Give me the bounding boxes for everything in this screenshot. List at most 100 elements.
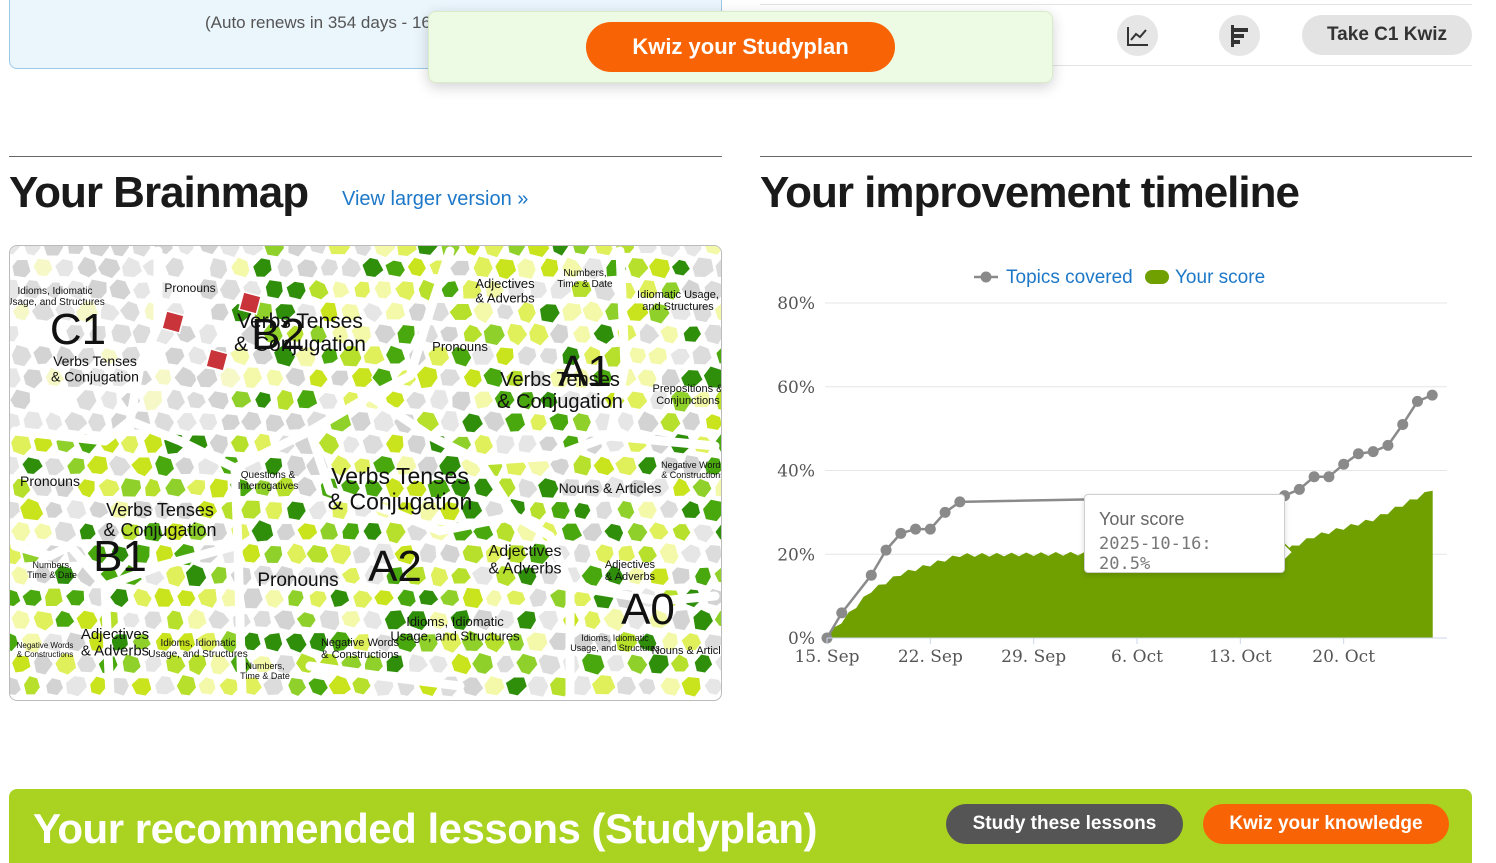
brainmap-cell[interactable] [693, 566, 713, 587]
brainmap-cell[interactable] [295, 521, 319, 541]
view-larger-link[interactable]: View larger version » [342, 188, 528, 211]
brainmap-cell[interactable] [658, 324, 680, 345]
brainmap-cell[interactable] [285, 541, 309, 566]
brainmap-cell[interactable] [647, 256, 672, 280]
brainmap-cell[interactable] [10, 500, 22, 520]
brainmap-cell[interactable] [625, 390, 649, 411]
brainmap-cell[interactable] [461, 543, 485, 565]
brainmap-cell[interactable] [613, 455, 639, 477]
brainmap-cell[interactable] [44, 676, 65, 697]
brainmap-cell[interactable] [10, 675, 23, 697]
brainmap-cell[interactable] [263, 588, 286, 610]
brainmap-cell[interactable] [625, 653, 649, 676]
brainmap-cell[interactable] [194, 367, 219, 389]
brainmap-cell[interactable] [141, 389, 164, 412]
brainmap-cell[interactable] [714, 258, 722, 279]
kwiz-studyplan-button[interactable]: Kwiz your Studyplan [586, 22, 895, 72]
brainmap-cell[interactable] [229, 433, 251, 454]
brainmap-cell[interactable] [470, 651, 495, 676]
brainmap-cell[interactable] [284, 411, 307, 432]
take-kwiz-button[interactable]: Take C1 Kwiz [1302, 15, 1472, 55]
brainmap[interactable]: C1 B2 A1 B1 A2 A0 Idioms, Idiomatic Usage, and … [9, 245, 722, 701]
brainmap-cell[interactable] [87, 246, 111, 258]
brainmap-cell[interactable] [713, 654, 722, 674]
brainmap-cell[interactable] [638, 321, 661, 346]
brainmap-cell[interactable] [450, 390, 472, 413]
brainmap-cell[interactable] [703, 677, 722, 697]
brainmap-cell[interactable] [22, 674, 42, 696]
brainmap-cell[interactable] [65, 456, 87, 476]
brainmap-cell[interactable] [417, 588, 440, 607]
brainmap-cell[interactable] [636, 500, 659, 521]
brainmap-cell[interactable] [265, 367, 285, 388]
brainmap-cell[interactable] [32, 609, 55, 633]
brainmap-cell[interactable] [472, 433, 495, 456]
brainmap-cell[interactable] [30, 389, 56, 411]
brainmap-cell[interactable] [262, 631, 284, 653]
brainmap-cell[interactable] [251, 256, 273, 279]
brainmap-cell[interactable] [44, 500, 65, 520]
brainmap-cell[interactable] [539, 256, 560, 279]
brainmap-cell[interactable] [526, 246, 551, 259]
brainmap-cell[interactable] [20, 455, 45, 476]
brainmap-cell[interactable] [605, 653, 626, 673]
brainmap-cell[interactable] [714, 477, 722, 498]
brainmap-cell[interactable] [691, 343, 714, 366]
brainmap-cell[interactable] [217, 676, 241, 697]
brainmap-cell[interactable] [32, 521, 54, 541]
brainmap-cell[interactable] [220, 412, 242, 432]
brainmap-cell[interactable] [460, 411, 485, 434]
brainmap-cell[interactable] [163, 346, 186, 367]
brainmap-cell[interactable] [186, 344, 209, 367]
brainmap-cell[interactable] [18, 496, 45, 522]
brainmap-cell[interactable] [340, 566, 362, 586]
brainmap-cell[interactable] [264, 278, 285, 300]
brainmap-cell[interactable] [108, 587, 130, 609]
kwiz-knowledge-button[interactable]: Kwiz your knowledge [1203, 804, 1449, 844]
brainmap-cell[interactable] [317, 391, 339, 411]
brainmap-cell[interactable] [165, 388, 187, 412]
brainmap-cell[interactable] [10, 246, 22, 256]
legend-topics-covered[interactable]: Topics covered [974, 267, 1133, 288]
brainmap-cell[interactable] [713, 521, 722, 541]
brainmap-cell[interactable] [505, 588, 527, 607]
brainmap-cell[interactable] [384, 344, 407, 365]
brainmap-cell[interactable] [361, 609, 384, 631]
topics-covered-point[interactable] [865, 569, 877, 581]
topics-covered-point[interactable] [939, 506, 951, 518]
brainmap-cell[interactable] [307, 278, 331, 301]
brainmap-cell[interactable] [383, 608, 408, 631]
brainmap-cell[interactable] [173, 455, 196, 476]
brainmap-cell[interactable] [571, 246, 592, 256]
brainmap-cell[interactable] [647, 520, 671, 541]
brainmap-cell[interactable] [22, 246, 42, 258]
brainmap-cell[interactable] [536, 476, 560, 500]
topics-covered-point[interactable] [1323, 471, 1335, 483]
brainmap-cell[interactable] [209, 302, 231, 323]
brainmap-cell[interactable] [264, 412, 287, 434]
brainmap-cell[interactable] [505, 322, 529, 348]
brainmap-cell[interactable] [570, 674, 593, 697]
brainmap-cell[interactable] [517, 434, 539, 455]
brainmap-cell[interactable] [395, 246, 419, 258]
brainmap-cell[interactable] [692, 608, 715, 632]
brainmap-cell[interactable] [713, 566, 722, 585]
brainmap-cell[interactable] [329, 588, 351, 609]
brainmap-cell[interactable] [252, 609, 273, 629]
brainmap-cell[interactable] [153, 674, 177, 696]
brainmap-cell[interactable] [494, 346, 515, 367]
brainmap-cell[interactable] [449, 566, 473, 585]
brainmap-cell[interactable] [218, 246, 242, 259]
brainmap-cell[interactable] [129, 676, 153, 698]
brainmap-cell[interactable] [602, 522, 625, 544]
brainmap-cell[interactable] [263, 500, 284, 521]
brainmap-cell[interactable] [406, 256, 428, 278]
brainmap-cell[interactable] [186, 257, 209, 279]
brainmap-cell[interactable] [197, 412, 219, 432]
brainmap-cell[interactable] [527, 586, 549, 609]
brainmap-cell[interactable] [197, 322, 219, 346]
brainmap-cell[interactable] [384, 433, 405, 455]
brainmap-cell[interactable] [295, 610, 318, 629]
brainmap-cell[interactable] [153, 367, 173, 387]
brainmap-cell[interactable] [64, 674, 89, 698]
